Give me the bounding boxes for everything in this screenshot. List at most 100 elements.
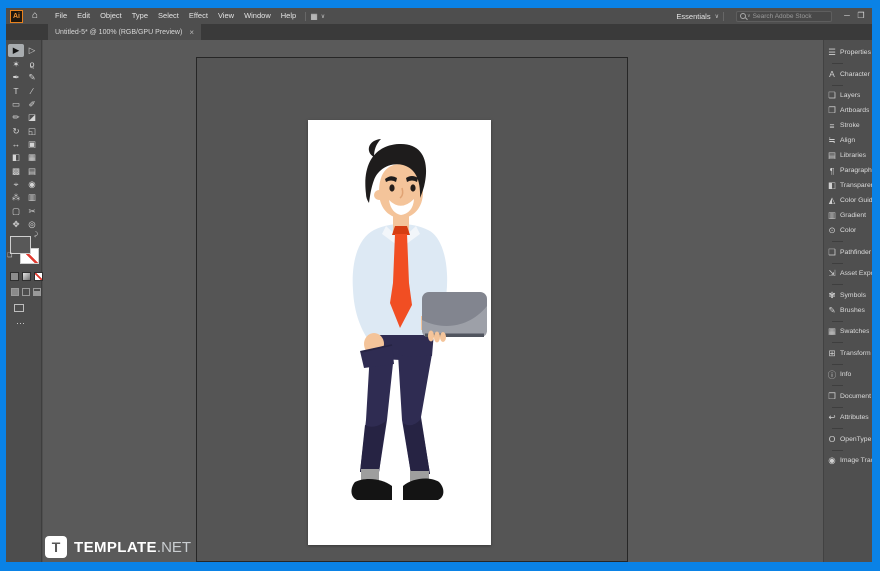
right-eye: [410, 184, 416, 192]
panel-divider: [824, 447, 872, 454]
canvas-pasteboard[interactable]: T TEMPLATE .NET: [43, 40, 823, 562]
menu-type[interactable]: Type: [127, 8, 153, 24]
free-transform-tool[interactable]: ▣: [24, 138, 40, 151]
panel-info[interactable]: ⓘ Info: [824, 367, 872, 382]
panel-opentype[interactable]: O OpenType: [824, 432, 872, 447]
selection-tool[interactable]: ▶: [8, 44, 24, 58]
stock-search-box[interactable]: ∨: [736, 10, 832, 22]
gradient-button[interactable]: [22, 272, 31, 281]
magic-wand-tool[interactable]: ✶: [8, 57, 24, 70]
zoom-tool[interactable]: ◎: [24, 218, 40, 231]
blend-tool[interactable]: ◉: [24, 178, 40, 191]
direct-selection-tool[interactable]: ▷: [24, 44, 40, 57]
panel-pathfinder[interactable]: ❑ Pathfinder: [824, 245, 872, 260]
workspace-switcher[interactable]: Essentials ∨: [676, 12, 719, 21]
chevron-down-icon: ∨: [714, 13, 719, 20]
opentype-icon: O: [828, 434, 836, 444]
template-net-watermark: T TEMPLATE .NET: [45, 536, 191, 558]
panel-properties[interactable]: ☰ Properties: [824, 45, 872, 60]
rotate-tool[interactable]: ↻: [8, 124, 24, 137]
menubar-divider: [723, 11, 724, 21]
draw-inside-mode[interactable]: [33, 288, 41, 296]
menu-object[interactable]: Object: [95, 8, 127, 24]
gradient-tool[interactable]: ▤: [24, 165, 40, 178]
panel-attributes[interactable]: ↩ Attributes: [824, 410, 872, 425]
paintbrush-tool[interactable]: ✐: [24, 98, 40, 111]
menu-file[interactable]: File: [50, 8, 72, 24]
type-tool[interactable]: T: [8, 84, 24, 97]
panel-asset-export[interactable]: ⇲ Asset Export: [824, 266, 872, 281]
panel-align[interactable]: ≒ Align: [824, 133, 872, 148]
menubar-divider: [305, 11, 307, 21]
screen-mode-button[interactable]: [14, 304, 24, 312]
panel-libraries[interactable]: ▤ Libraries: [824, 148, 872, 163]
symbol-sprayer-tool[interactable]: ⁂: [8, 191, 24, 204]
panel-gradient[interactable]: ▥ Gradient: [824, 208, 872, 223]
app-logo-icon[interactable]: Ai: [10, 9, 23, 23]
panel-divider: [824, 404, 872, 411]
eyedropper-tool[interactable]: ⌖: [8, 178, 24, 191]
panel-color-guide[interactable]: ◭ Color Guide: [824, 193, 872, 208]
panel-document-info[interactable]: ❒ Document Info: [824, 389, 872, 404]
shape-builder-tool[interactable]: ◧: [8, 151, 24, 164]
menu-edit[interactable]: Edit: [72, 8, 95, 24]
panel-artboards[interactable]: ❐ Artboards: [824, 103, 872, 118]
close-icon[interactable]: ×: [189, 28, 194, 37]
arrange-documents-button[interactable]: ▦ ∨: [310, 12, 325, 21]
panel-swatches[interactable]: ▦ Swatches: [824, 324, 872, 339]
transparency-icon: ◧: [827, 180, 837, 190]
mesh-tool[interactable]: ▩: [8, 165, 24, 178]
slice-tool[interactable]: ✂: [24, 205, 40, 218]
panel-brushes[interactable]: ✎ Brushes: [824, 303, 872, 318]
home-icon[interactable]: ⌂: [32, 11, 38, 21]
panel-label: Pathfinder: [840, 248, 871, 256]
search-input[interactable]: [752, 12, 828, 20]
panel-label: Asset Export: [840, 270, 872, 277]
menu-view[interactable]: View: [213, 8, 239, 24]
menu-effect[interactable]: Effect: [184, 8, 213, 24]
panel-paragraph[interactable]: ¶ Paragraph: [824, 163, 872, 178]
curvature-tool[interactable]: ✎: [24, 71, 40, 84]
panel-stroke[interactable]: ≡ Stroke: [824, 118, 872, 133]
restore-button[interactable]: ❐: [854, 8, 868, 24]
column-graph-tool[interactable]: ▥: [24, 191, 40, 204]
minimize-button[interactable]: ─: [840, 8, 854, 24]
eraser-tool[interactable]: ◪: [24, 111, 40, 124]
rectangle-tool[interactable]: ▭: [8, 98, 24, 111]
panel-layers[interactable]: ❏ Layers: [824, 88, 872, 103]
illustrator-window: Ai ⌂ File Edit Object Type Select Effect…: [6, 8, 872, 562]
fill-swatch[interactable]: [10, 236, 31, 254]
default-fill-stroke-icon[interactable]: ❏: [7, 252, 12, 259]
width-tool[interactable]: ↔: [8, 138, 24, 151]
panel-image-trace[interactable]: ◉ Image Trace: [824, 453, 872, 468]
shaper-tool[interactable]: ✏: [8, 111, 24, 124]
pen-tool[interactable]: ✒: [8, 71, 24, 84]
document-tab[interactable]: Untitled-5* @ 100% (RGB/GPU Preview) ×: [48, 24, 201, 40]
draw-behind-mode[interactable]: [22, 288, 30, 296]
menu-window[interactable]: Window: [239, 8, 276, 24]
artboard[interactable]: [308, 120, 491, 545]
panel-transparency[interactable]: ◧Transparency: [824, 178, 872, 193]
panel-character[interactable]: A Character: [824, 67, 872, 82]
panel-divider: [824, 425, 872, 432]
hand-tool[interactable]: ✥: [8, 218, 24, 231]
color-button[interactable]: [10, 272, 19, 281]
panel-dock: ☰ Properties A Character ❏ Layers ❐ Artboard…: [823, 40, 872, 562]
document-tab-bar: Untitled-5* @ 100% (RGB/GPU Preview) ×: [6, 24, 872, 40]
lasso-tool[interactable]: ϱ: [24, 57, 40, 70]
character-illustration[interactable]: [308, 120, 491, 545]
panel-color[interactable]: ⊙ Color: [824, 223, 872, 238]
none-button[interactable]: [34, 272, 43, 281]
line-segment-tool[interactable]: ∕: [24, 84, 40, 97]
scale-tool[interactable]: ◱: [24, 124, 40, 137]
menu-select[interactable]: Select: [153, 8, 184, 24]
menu-help[interactable]: Help: [276, 8, 301, 24]
panel-transform[interactable]: ⊞ Transform: [824, 346, 872, 361]
perspective-grid-tool[interactable]: ▦: [24, 151, 40, 164]
panel-symbols[interactable]: ✾ Symbols: [824, 288, 872, 303]
swap-fill-stroke-icon[interactable]: ⤸: [34, 232, 38, 239]
draw-normal-mode[interactable]: [11, 288, 19, 296]
panel-label: Info: [840, 371, 852, 378]
edit-toolbar-ellipsis[interactable]: ⋯: [16, 318, 26, 329]
artboard-tool[interactable]: ▢: [8, 205, 24, 218]
